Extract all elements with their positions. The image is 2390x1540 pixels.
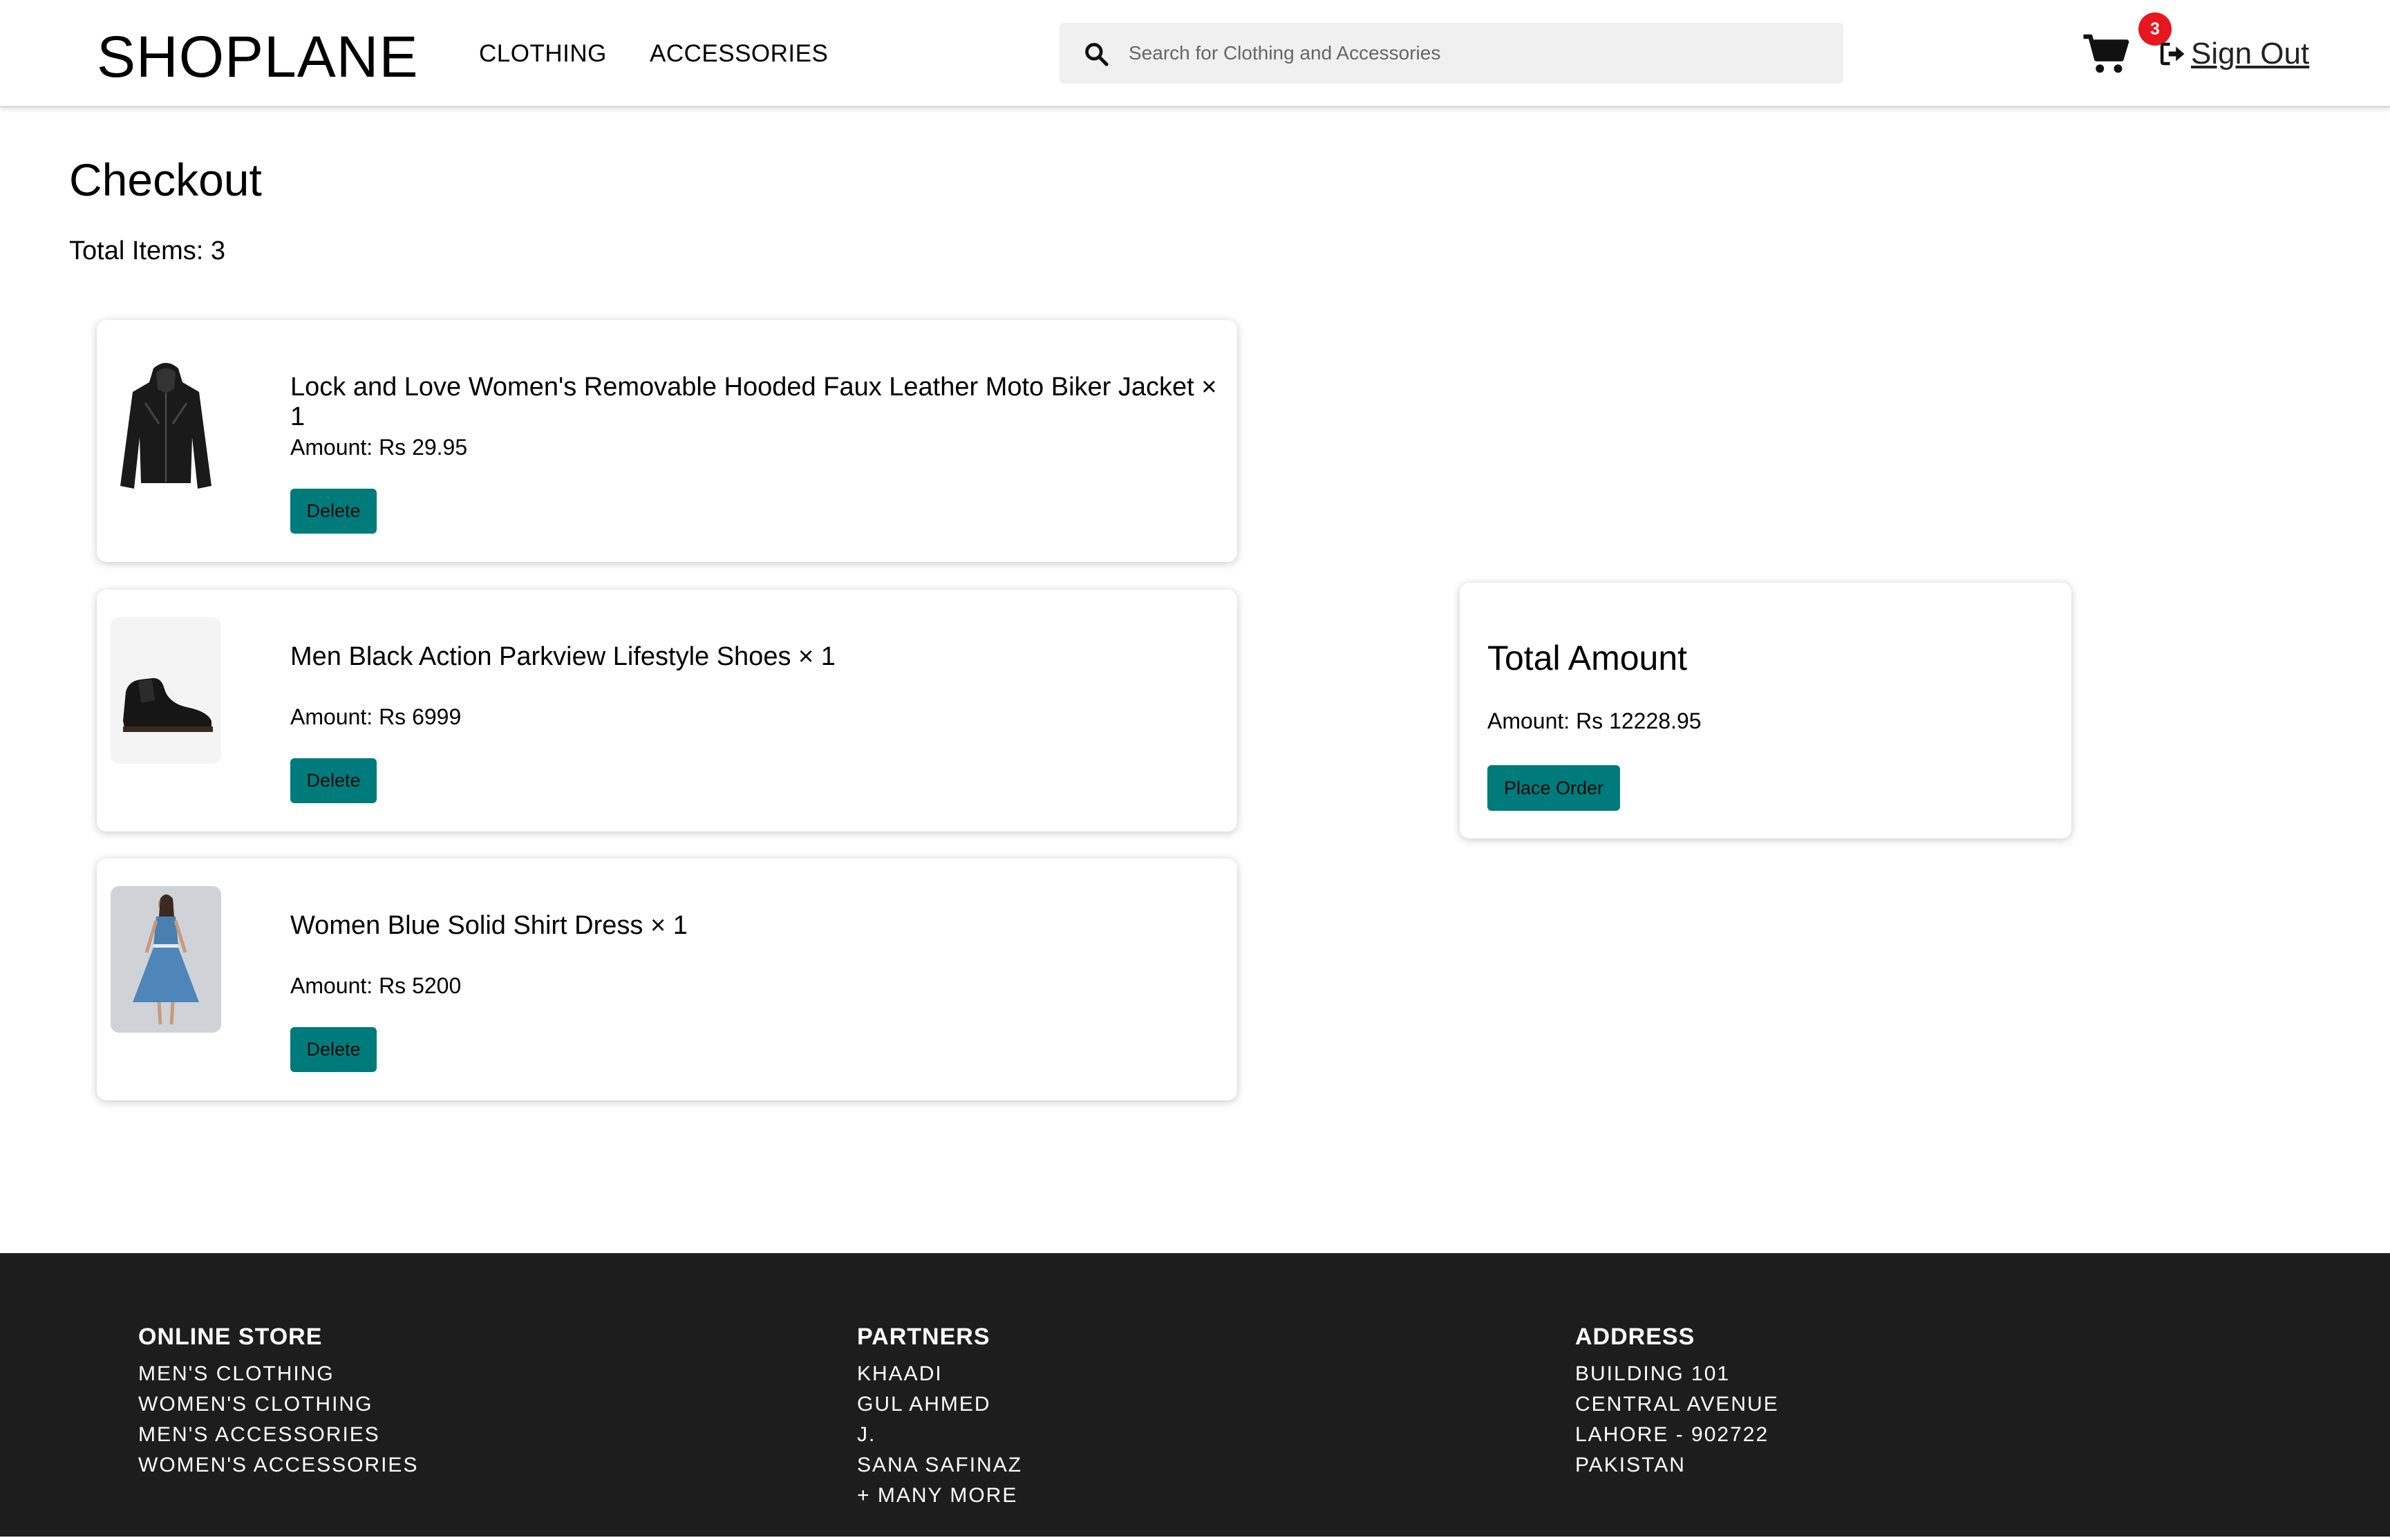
delete-button[interactable]: Delete <box>290 489 377 534</box>
address-line: CENTRAL AVENUE <box>1575 1393 1779 1416</box>
dress-image <box>111 886 221 1033</box>
shoe-image <box>111 617 221 764</box>
cart-item: Women Blue Solid Shirt Dress × 1 Amount:… <box>97 858 1237 1100</box>
nav-accessories[interactable]: ACCESSORIES <box>650 40 828 68</box>
delete-button[interactable]: Delete <box>290 1027 377 1072</box>
total-amount-heading: Total Amount <box>1487 639 1688 677</box>
jacket-image <box>111 348 221 494</box>
delete-button[interactable]: Delete <box>290 758 377 803</box>
footer-heading: ADDRESS <box>1575 1324 1695 1350</box>
address-line: LAHORE - 902722 <box>1575 1423 1769 1446</box>
place-order-button[interactable]: Place Order <box>1487 765 1620 811</box>
footer-link[interactable]: GUL AHMED <box>857 1389 1022 1420</box>
site-logo[interactable]: SHOPLANE <box>97 24 419 91</box>
cart-item: Lock and Love Women's Removable Hooded F… <box>97 320 1237 562</box>
item-amount: Amount: Rs 29.95 <box>290 435 468 460</box>
item-name: Men Black Action Parkview Lifestyle Shoe… <box>290 642 836 671</box>
total-amount-value: Amount: Rs 12228.95 <box>1487 708 1702 733</box>
item-amount: Amount: Rs 6999 <box>290 704 462 729</box>
address-line: PAKISTAN <box>1575 1454 1686 1476</box>
total-items-count: Total Items: 3 <box>69 236 225 265</box>
footer-link[interactable]: J. <box>857 1420 1022 1450</box>
cart-item: Men Black Action Parkview Lifestyle Shoe… <box>97 590 1237 832</box>
sign-out-label: Sign Out <box>2191 37 2310 71</box>
footer-link[interactable]: MEN'S ACCESSORIES <box>138 1420 418 1450</box>
footer-link[interactable]: KHAADI <box>857 1359 1022 1389</box>
footer-link[interactable]: + MANY MORE <box>857 1481 1022 1511</box>
footer-heading: PARTNERS <box>857 1324 990 1350</box>
sign-out-icon <box>2160 42 2185 66</box>
footer-link[interactable]: WOMEN'S CLOTHING <box>138 1389 418 1420</box>
page-title: Checkout <box>69 154 262 205</box>
sign-out-link[interactable]: Sign Out <box>2158 33 2309 75</box>
footer-partners: PARTNERS KHAADI GUL AHMED J. SANA SAFINA… <box>857 1324 1022 1511</box>
site-footer: ONLINE STORE MEN'S CLOTHING WOMEN'S CLOT… <box>0 1253 2390 1537</box>
cart-icon[interactable] <box>2082 33 2130 75</box>
footer-link[interactable]: SANA SAFINAZ <box>857 1450 1022 1481</box>
search-bar[interactable] <box>1060 23 1843 84</box>
footer-link[interactable]: MEN'S CLOTHING <box>138 1359 418 1389</box>
footer-link[interactable]: WOMEN'S ACCESSORIES <box>138 1450 418 1481</box>
item-amount: Amount: Rs 5200 <box>290 973 462 998</box>
footer-heading: ONLINE STORE <box>138 1324 323 1350</box>
search-input[interactable] <box>1129 23 1820 84</box>
address-line: BUILDING 101 <box>1575 1362 1731 1385</box>
item-name: Women Blue Solid Shirt Dress × 1 <box>290 911 688 940</box>
search-icon[interactable] <box>1083 41 1109 67</box>
order-summary-card: Total Amount Amount: Rs 12228.95 Place O… <box>1460 583 2071 838</box>
top-header: SHOPLANE CLOTHING ACCESSORIES 3 Sign Out <box>0 0 2390 108</box>
footer-online-store: ONLINE STORE MEN'S CLOTHING WOMEN'S CLOT… <box>138 1324 418 1481</box>
nav-clothing[interactable]: CLOTHING <box>479 40 607 68</box>
footer-address: ADDRESS BUILDING 101 CENTRAL AVENUE LAHO… <box>1575 1324 1779 1481</box>
item-name: Lock and Love Women's Removable Hooded F… <box>290 373 1217 431</box>
